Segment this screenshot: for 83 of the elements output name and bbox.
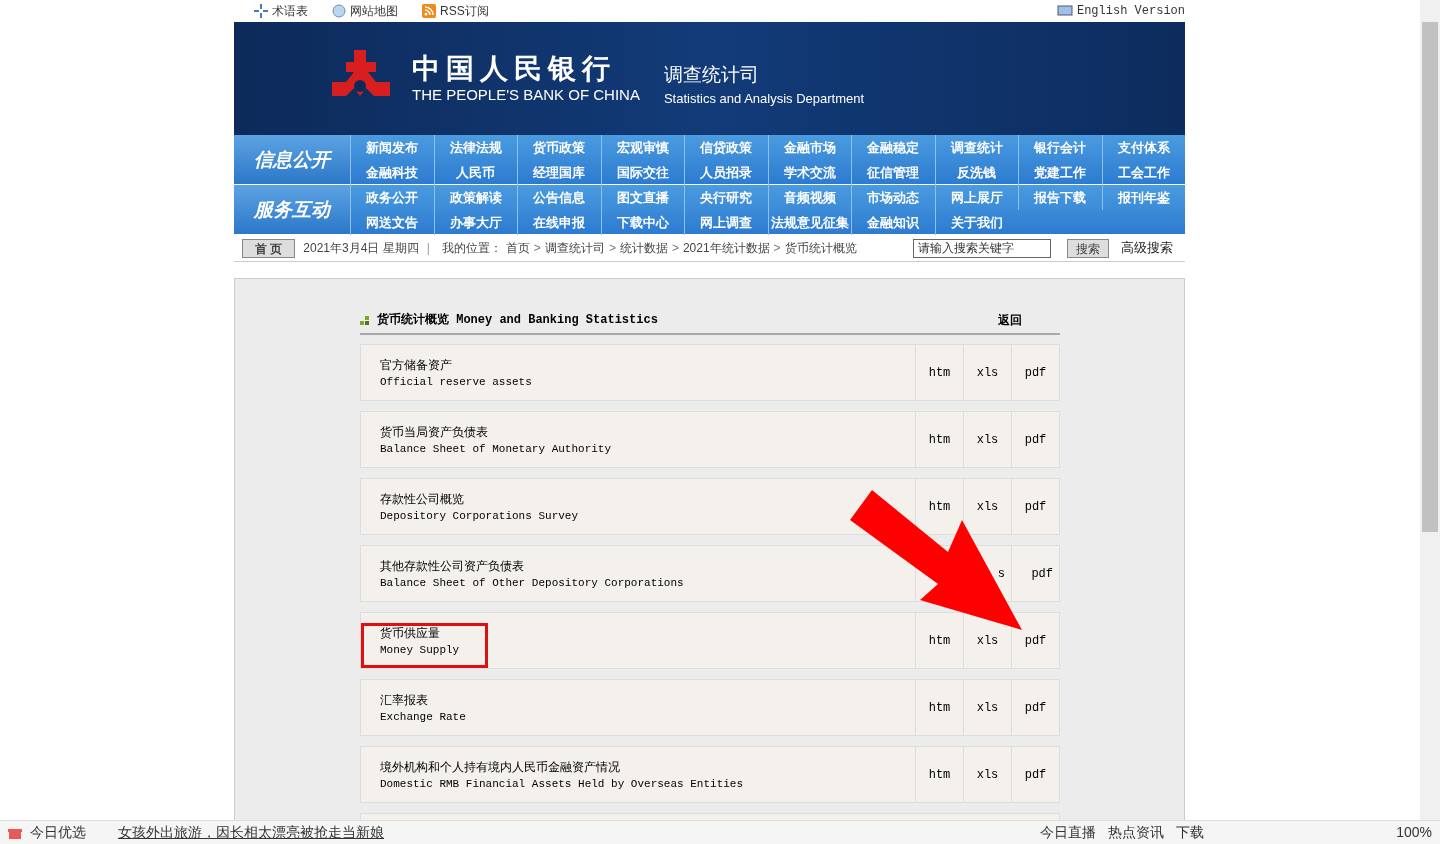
status-link[interactable]: 热点资讯 — [1108, 822, 1165, 843]
nav-link[interactable]: 下载中心 — [600, 210, 684, 235]
report-title-english: Money Supply — [380, 642, 461, 658]
rss-icon — [422, 4, 436, 18]
top-link[interactable]: 术语表 — [272, 2, 308, 20]
file-link[interactable]: xls — [976, 430, 999, 449]
scrollbar-thumb[interactable] — [1422, 22, 1438, 532]
breadcrumb-link[interactable]: 首页 — [505, 239, 530, 257]
advanced-search-link[interactable]: 高级搜索 — [1121, 238, 1173, 258]
nav-group-label: 服务互动 — [234, 185, 350, 234]
news-link[interactable]: 女孩外出旅游，因长相太漂亮被抢走当新娘 — [118, 822, 384, 843]
scrollbar[interactable] — [1420, 0, 1440, 820]
file-link[interactable]: xls — [976, 497, 999, 516]
nav-group-label: 信息公开 — [234, 135, 350, 184]
breadcrumb-link[interactable]: 2021年统计数据 — [682, 239, 770, 257]
department-name: 调查统计司 — [663, 62, 760, 87]
file-link[interactable]: pdf — [1024, 497, 1047, 516]
english-version-link[interactable]: English Version — [1076, 2, 1185, 20]
breadcrumb-link[interactable]: 统计数据 — [619, 239, 668, 257]
home-button[interactable]: 首 页 — [242, 238, 296, 258]
monitor-icon — [1056, 5, 1073, 17]
nav-link[interactable]: 金融知识 — [851, 210, 935, 235]
status-link[interactable]: 今日直播 — [1040, 822, 1097, 843]
report-title-english: Exchange Rate — [380, 709, 467, 725]
file-link[interactable]: pdf — [1024, 430, 1047, 449]
file-link[interactable]: htm — [928, 430, 951, 449]
file-link[interactable]: xls — [976, 363, 999, 382]
file-link[interactable]: pdf — [1024, 765, 1047, 784]
report-title-english: Depository Corporations Survey — [380, 508, 580, 524]
bullet-icon — [360, 315, 369, 325]
file-link[interactable]: htm — [928, 698, 951, 717]
file-link[interactable]: htm — [928, 363, 951, 382]
breadcrumb-link[interactable]: 调查统计司 — [544, 239, 605, 257]
top-link[interactable]: 网站地图 — [350, 2, 398, 20]
nav-link[interactable]: 法规意见征集 — [767, 210, 851, 235]
breadcrumb-separator: > — [533, 240, 541, 257]
file-link[interactable]: htm — [928, 497, 951, 516]
file-link[interactable]: htm — [928, 765, 951, 784]
report-title: 货币供应量 — [380, 624, 441, 642]
file-link[interactable]: xls — [976, 698, 999, 717]
globe-icon — [332, 4, 346, 18]
section-title: 货币统计概览 Money and Banking Statistics — [377, 311, 658, 329]
breadcrumb-separator: > — [608, 240, 616, 257]
report-title: 境外机构和个人持有境内人民币金融资产情况 — [380, 758, 621, 776]
file-link[interactable]: xls — [976, 631, 999, 650]
file-link[interactable]: htm — [928, 631, 951, 650]
crosshair-icon — [254, 4, 268, 18]
report-title-english: Official reserve assets — [380, 374, 533, 390]
nav-link[interactable]: 网送文告 — [350, 210, 434, 235]
back-link[interactable]: 返回 — [998, 311, 1022, 329]
report-title: 其他存款性公司资产负债表 — [380, 557, 525, 575]
report-title: 货币当局资产负债表 — [380, 423, 489, 441]
bank-name-chinese: 中国人民银行 — [412, 52, 617, 85]
nav-link[interactable]: 关于我们 — [934, 210, 1018, 235]
top-link[interactable]: RSS订阅 — [440, 2, 489, 20]
breadcrumb-separator: > — [671, 240, 679, 257]
report-title: 官方储备资产 — [380, 356, 453, 374]
report-title-english: Domestic RMB Financial Assets Held by Overseas Entities — [380, 776, 745, 792]
file-link[interactable]: pdf — [1024, 363, 1047, 382]
search-button[interactable]: 搜索 — [1067, 238, 1109, 258]
location-label: 我的位置： — [441, 240, 502, 257]
file-link[interactable]: pdf — [1024, 698, 1047, 717]
status-link[interactable]: 下载 — [1176, 822, 1205, 843]
report-title: 汇率报表 — [380, 691, 429, 709]
report-title: 存款性公司概览 — [380, 490, 465, 508]
nav-link[interactable]: 在线申报 — [517, 210, 601, 235]
nav-link[interactable]: 办事大厅 — [433, 210, 517, 235]
zoom-level[interactable]: 100% — [1396, 822, 1432, 843]
file-link[interactable]: pdf — [1031, 564, 1053, 583]
file-link[interactable]: s — [997, 564, 1005, 583]
breadcrumb-separator: > — [773, 240, 781, 257]
report-title-english: Balance Sheet of Monetary Authority — [380, 441, 613, 457]
report-title-english: Balance Sheet of Other Depository Corporations — [380, 575, 685, 591]
status-link[interactable]: 今日优选 — [30, 822, 86, 843]
divider-mark: | — [426, 240, 430, 257]
nav-link[interactable]: 网上调查 — [684, 210, 768, 235]
breadcrumb-link[interactable]: 货币统计概览 — [784, 239, 857, 257]
search-field[interactable]: 请输入搜索关键字 — [913, 238, 1051, 258]
bank-name-english: THE PEOPLE'S BANK OF CHINA — [412, 84, 640, 105]
department-english: Statistics and Analysis Department — [663, 90, 865, 108]
date-text: 2021年3月4日 星期四 — [303, 240, 419, 257]
file-link[interactable]: pdf — [1024, 631, 1047, 650]
file-link[interactable]: xls — [976, 765, 999, 784]
